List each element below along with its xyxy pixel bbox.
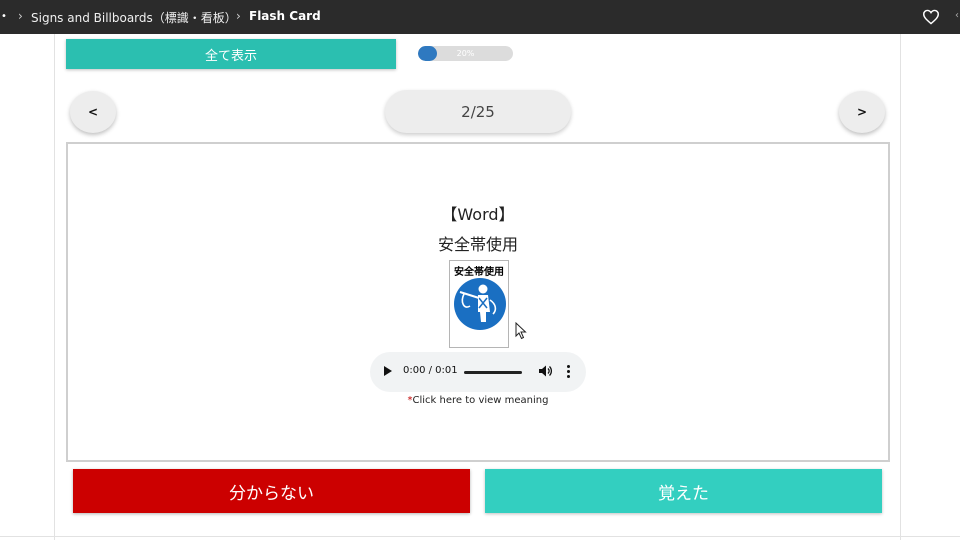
word-text: 安全帯使用 (437, 235, 518, 254)
bullet-icon: • (1, 11, 7, 22)
audio-seek-bar[interactable] (464, 371, 522, 374)
content-border-right (900, 34, 901, 540)
progress-label: 20% (456, 49, 475, 58)
more-options-icon[interactable] (567, 365, 570, 380)
progress-bar: 20% (418, 46, 513, 61)
play-icon[interactable] (384, 366, 392, 376)
volume-icon[interactable] (538, 364, 552, 378)
chevron-right-icon: › (236, 9, 241, 23)
show-all-button[interactable]: 全て表示 (66, 39, 396, 69)
card-counter: 2/25 (385, 90, 571, 133)
view-meaning-text: Click here to view meaning (412, 395, 549, 406)
safety-harness-icon (454, 278, 506, 330)
chevron-right-icon: › (18, 9, 23, 23)
breadcrumb-signs-and-billboards[interactable]: Signs and Billboards（標識・看板） (31, 9, 237, 26)
breadcrumb-flash-card: Flash Card (249, 9, 321, 23)
mouse-cursor-icon (515, 322, 527, 340)
audio-player[interactable]: 0:00 / 0:01 (370, 352, 586, 392)
content-border-left (54, 34, 55, 540)
audio-time: 0:00 / 0:01 (403, 365, 458, 376)
overflow-arrow-icon: ‹ (955, 10, 959, 21)
previous-card-button[interactable]: < (70, 91, 116, 133)
heart-icon[interactable] (922, 9, 940, 25)
view-meaning-link[interactable]: *Click here to view meaning (68, 395, 888, 406)
dont-know-button[interactable]: 分からない (73, 469, 470, 513)
top-bar: • › Signs and Billboards（標識・看板） › Flash … (0, 0, 960, 34)
next-card-button[interactable]: > (839, 91, 885, 133)
word-heading: 【Word】 (441, 205, 515, 224)
flash-card[interactable]: 【Word】 安全帯使用 安全帯使用 0:00 / 0:01 *Click he… (66, 142, 890, 462)
sign-image: 安全帯使用 (449, 260, 509, 348)
memorized-button[interactable]: 覚えた (485, 469, 882, 513)
content-border-bottom (0, 536, 960, 537)
